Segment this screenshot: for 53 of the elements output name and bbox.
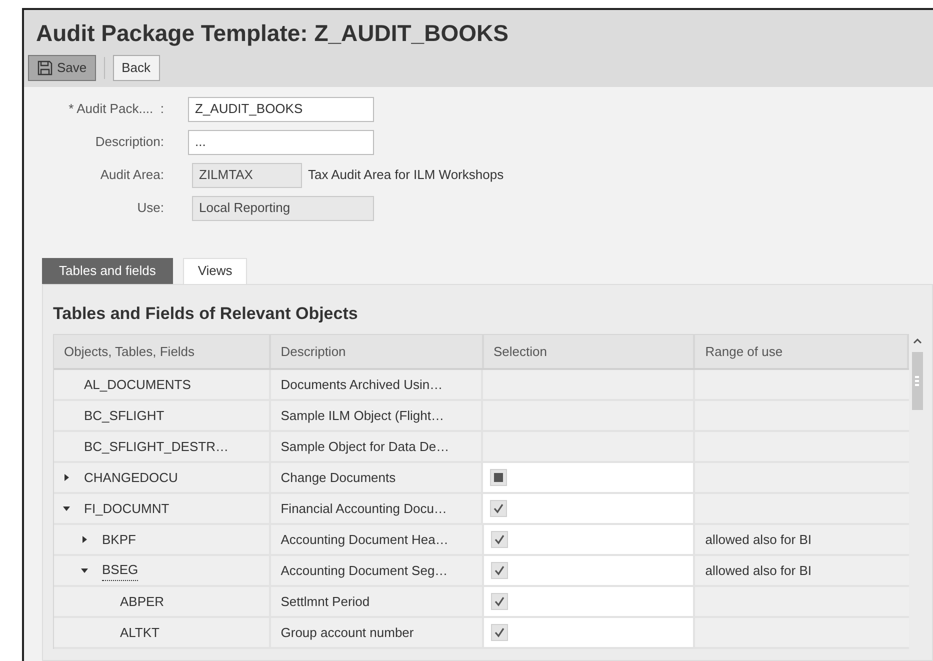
object-name: CHANGEDOCU bbox=[84, 468, 178, 487]
field-label: * Audit Pack.... : bbox=[68, 100, 164, 118]
save-icon bbox=[37, 60, 53, 76]
column-header: Range of use bbox=[695, 335, 909, 368]
checkbox[interactable] bbox=[490, 624, 508, 641]
caret-down-icon[interactable] bbox=[80, 566, 89, 575]
column-header: Objects, Tables, Fields bbox=[54, 335, 271, 368]
table-cell-text: allowed also for BI bbox=[705, 530, 812, 549]
caret-right-icon[interactable] bbox=[80, 535, 89, 544]
object-name: BSEG bbox=[102, 560, 138, 581]
field-label: Use: bbox=[136, 199, 164, 218]
object-name: ALTKT bbox=[120, 624, 160, 642]
object-name: BC_SFLIGHT bbox=[84, 406, 164, 425]
back-button[interactable]: Back bbox=[112, 54, 160, 80]
checkbox[interactable] bbox=[490, 500, 508, 517]
object-name: AL_DOCUMENTS bbox=[84, 376, 191, 394]
object-name: BC_SFLIGHT_DESTR… bbox=[84, 438, 228, 456]
save-button[interactable]: Save bbox=[28, 54, 96, 80]
checkbox[interactable] bbox=[490, 562, 508, 579]
read-only-field: Local Reporting bbox=[192, 196, 374, 220]
checkbox[interactable] bbox=[490, 531, 508, 548]
caret-down-icon[interactable] bbox=[62, 504, 71, 513]
tab[interactable]: Views bbox=[182, 258, 248, 284]
column-header: Description bbox=[270, 335, 484, 368]
checkbox[interactable] bbox=[490, 469, 508, 486]
checkbox[interactable] bbox=[490, 593, 508, 610]
table-cell: Financial Accounting Docu… bbox=[270, 494, 484, 523]
object-name: ABPER bbox=[120, 592, 164, 611]
checkmark-icon bbox=[494, 627, 505, 638]
input-field[interactable]: ... bbox=[188, 130, 374, 154]
checkmark-icon bbox=[494, 565, 504, 576]
object-name: FI_DOCUMNT bbox=[84, 500, 170, 518]
field-description: Tax Audit Area for ILM Workshops bbox=[308, 166, 504, 184]
checkmark-icon bbox=[494, 596, 505, 607]
table-cell: Documents Archived Usin… bbox=[270, 370, 484, 399]
object-name: BKPF bbox=[102, 530, 136, 549]
table-cell: Sample ILM Object (Flight… bbox=[270, 401, 484, 430]
table-cell: Change Documents bbox=[270, 463, 484, 492]
field-label: Description: bbox=[94, 133, 164, 152]
section-title: Tables and Fields of Relevant Objects bbox=[53, 302, 359, 324]
field-label: Audit Area: bbox=[99, 166, 164, 184]
input-field[interactable]: Z_AUDIT_BOOKS bbox=[188, 96, 374, 122]
column-header: Selection bbox=[484, 335, 696, 368]
table-cell-text: allowed also for BI bbox=[705, 562, 812, 580]
table-cell: Sample Object for Data De… bbox=[270, 432, 484, 461]
partial-mark-icon bbox=[494, 473, 504, 482]
window-title: Audit Package Template: Z_AUDIT_BOOKS bbox=[35, 19, 510, 48]
tab[interactable]: Tables and fields bbox=[42, 258, 173, 284]
checkmark-icon bbox=[493, 503, 504, 514]
caret-right-icon[interactable] bbox=[62, 473, 71, 482]
scroll-up-icon[interactable] bbox=[912, 338, 922, 344]
checkmark-icon bbox=[494, 534, 504, 545]
read-only-field: ZILMTAX bbox=[192, 162, 302, 188]
